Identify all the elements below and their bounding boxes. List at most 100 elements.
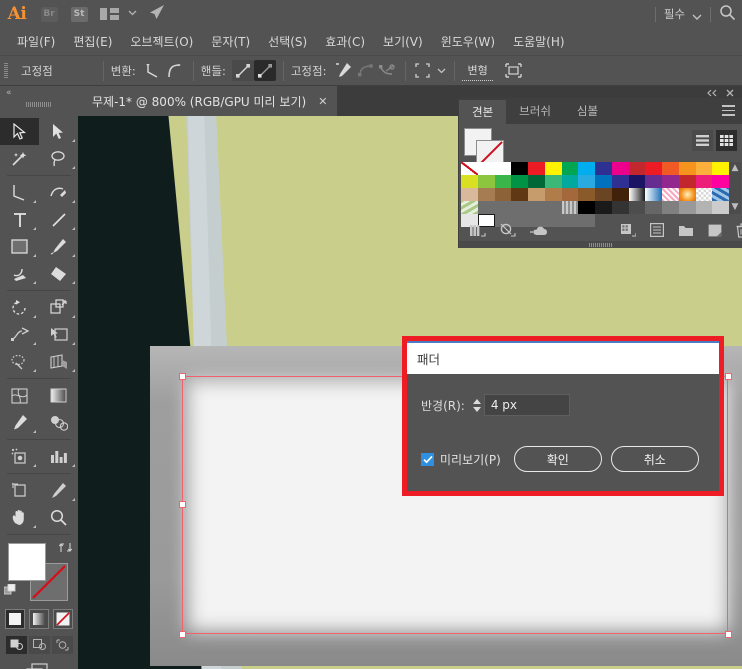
- screen-mode-button[interactable]: [0, 663, 78, 669]
- isolate-selected-object-button[interactable]: [413, 60, 435, 81]
- menu-object[interactable]: 오브젝트(O): [121, 28, 202, 56]
- shaper-tool[interactable]: [0, 260, 39, 287]
- scroll-down-icon[interactable]: ▼: [732, 203, 739, 212]
- menu-effect[interactable]: 효과(C): [316, 28, 374, 56]
- swatch-cell[interactable]: [561, 201, 579, 214]
- workspace-chevron-icon[interactable]: [692, 5, 702, 24]
- swatch-cell[interactable]: [712, 175, 729, 188]
- swatch-cell[interactable]: [461, 175, 478, 188]
- anchor-point[interactable]: [179, 373, 186, 380]
- swatch-cell[interactable]: [628, 175, 646, 188]
- swatch-cell[interactable]: [578, 201, 595, 214]
- draw-normal-button[interactable]: [5, 636, 27, 654]
- anchor-point[interactable]: [725, 373, 732, 380]
- toolbar-grip[interactable]: [26, 102, 52, 107]
- blend-tool[interactable]: [39, 409, 78, 436]
- libraries-cloud-icon[interactable]: [530, 224, 550, 237]
- none-mode-button[interactable]: [53, 609, 73, 629]
- swatch-cell[interactable]: [678, 162, 696, 175]
- swatch-cell[interactable]: [561, 188, 579, 201]
- convert-to-smooth-button[interactable]: [164, 60, 186, 81]
- column-graph-tool[interactable]: [39, 443, 78, 470]
- tab-brushes[interactable]: 브러쉬: [506, 98, 564, 124]
- swatch-cell[interactable]: [578, 188, 595, 201]
- swatch-cell[interactable]: [511, 162, 528, 175]
- swatch-cell[interactable]: [611, 162, 629, 175]
- arrange-documents-button[interactable]: [94, 0, 124, 28]
- swatch-cell[interactable]: [662, 201, 679, 214]
- swatch-cell[interactable]: [511, 188, 528, 201]
- swatch-cell[interactable]: [578, 162, 595, 175]
- swatch-cell[interactable]: [578, 175, 595, 188]
- connect-anchor-points-button[interactable]: [354, 60, 376, 81]
- swatch-cell[interactable]: [678, 175, 696, 188]
- menu-view[interactable]: 보기(V): [374, 28, 432, 56]
- menu-select[interactable]: 선택(S): [259, 28, 316, 56]
- bridge-button[interactable]: Br: [34, 0, 64, 28]
- control-bar-grip[interactable]: [4, 62, 8, 79]
- swatch-cell[interactable]: [511, 175, 528, 188]
- gradient-mode-button[interactable]: [29, 609, 49, 629]
- swatch-cell[interactable]: [678, 201, 696, 214]
- swatch-cell[interactable]: [611, 175, 629, 188]
- swatch-cell[interactable]: [477, 188, 495, 201]
- swatch-cell[interactable]: [477, 175, 495, 188]
- swatch-cell[interactable]: [528, 162, 545, 175]
- swatch-cell[interactable]: [494, 175, 512, 188]
- new-color-group-icon[interactable]: [678, 224, 694, 237]
- selection-tool[interactable]: [0, 118, 39, 145]
- curvature-tool[interactable]: [39, 179, 78, 206]
- swatch-cell[interactable]: [544, 162, 562, 175]
- tab-swatches[interactable]: 견본: [459, 98, 507, 124]
- swatch-cell[interactable]: [628, 201, 646, 214]
- swatch-cell[interactable]: [461, 201, 478, 214]
- line-segment-tool[interactable]: [39, 206, 78, 233]
- swatch-cell[interactable]: [662, 188, 679, 201]
- symbol-sprayer-tool[interactable]: [0, 443, 39, 470]
- discover-button[interactable]: [140, 0, 172, 28]
- ok-button[interactable]: 확인: [513, 446, 602, 472]
- perspective-grid-tool[interactable]: [39, 348, 78, 375]
- search-icon[interactable]: [719, 4, 736, 25]
- swatch-grid[interactable]: [461, 162, 729, 227]
- swatch-cell[interactable]: [695, 162, 713, 175]
- swatch-cell[interactable]: [611, 201, 629, 214]
- direct-selection-tool[interactable]: [39, 118, 78, 145]
- swatch-cell[interactable]: [695, 188, 713, 201]
- radius-stepper[interactable]: [471, 394, 484, 416]
- swatch-cell[interactable]: [662, 162, 679, 175]
- mesh-tool[interactable]: [0, 382, 39, 409]
- delete-swatch-icon[interactable]: [736, 222, 742, 238]
- free-transform-tool[interactable]: [39, 321, 78, 348]
- swatch-cell[interactable]: [595, 175, 612, 188]
- color-mode-button[interactable]: [5, 609, 25, 629]
- preview-checkbox-wrapper[interactable]: 미리보기(P): [421, 451, 501, 468]
- artboard-tool[interactable]: [0, 477, 39, 504]
- slice-tool[interactable]: [39, 477, 78, 504]
- menu-edit[interactable]: 편집(E): [64, 28, 121, 56]
- list-view-button[interactable]: [692, 130, 713, 151]
- scale-tool[interactable]: [39, 294, 78, 321]
- show-handles-button[interactable]: [231, 60, 254, 81]
- swatch-cell[interactable]: [645, 188, 662, 201]
- swatch-cell[interactable]: [712, 201, 729, 214]
- rectangle-tool[interactable]: [0, 233, 39, 260]
- remove-anchor-point-button[interactable]: [332, 60, 354, 81]
- gradient-tool[interactable]: [39, 382, 78, 409]
- swatch-cell[interactable]: [645, 162, 662, 175]
- menu-file[interactable]: 파일(F): [8, 28, 64, 56]
- swatch-cell[interactable]: [712, 162, 729, 175]
- swatch-cell[interactable]: [461, 188, 478, 201]
- swatch-cell[interactable]: [528, 188, 545, 201]
- default-fill-stroke-icon[interactable]: [3, 582, 17, 595]
- isolate-chevron-button[interactable]: [435, 60, 447, 81]
- swatch-cell[interactable]: [595, 188, 612, 201]
- swatch-cell[interactable]: [544, 188, 562, 201]
- magic-wand-tool[interactable]: [0, 145, 39, 172]
- eraser-tool[interactable]: [39, 260, 78, 287]
- stock-button[interactable]: St: [64, 0, 94, 28]
- tab-symbols[interactable]: 심볼: [563, 98, 612, 124]
- lasso-tool[interactable]: [39, 145, 78, 172]
- draw-behind-button[interactable]: [28, 636, 50, 654]
- swatch-cell[interactable]: [695, 175, 713, 188]
